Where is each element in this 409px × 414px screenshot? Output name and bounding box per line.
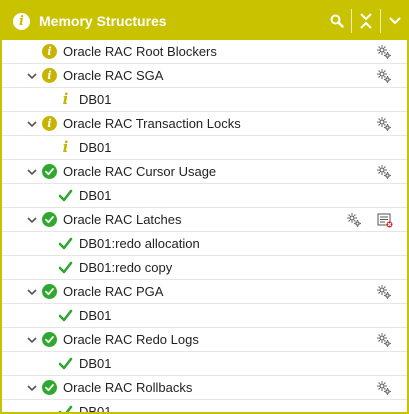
tree-item-row[interactable]: DB01 [2, 304, 407, 328]
chevron-down-icon[interactable] [26, 382, 38, 394]
chevron-down-icon[interactable] [26, 214, 38, 226]
ok-status-icon [42, 332, 57, 347]
ok-status-icon [42, 212, 57, 227]
check-icon [58, 260, 73, 275]
chevron-down-icon[interactable] [26, 70, 38, 82]
report-icon[interactable] [376, 211, 394, 229]
ok-status-icon [42, 164, 57, 179]
tree-group-row[interactable]: i Oracle RAC Transaction Locks [2, 112, 407, 136]
tree-row-label: DB01 [79, 404, 112, 414]
tree-group-row[interactable]: Oracle RAC Rollbacks [2, 376, 407, 400]
chevron-down-icon [389, 17, 401, 25]
tree-item-row[interactable]: i DB01 [2, 88, 407, 112]
settings-gear-icon[interactable] [375, 67, 393, 85]
memory-structures-panel: i Memory Structures i Oracle RAC Root Blo… [0, 0, 409, 414]
chevron-down-icon[interactable] [26, 166, 38, 178]
search-button[interactable] [325, 2, 349, 40]
settings-gear-icon[interactable] [375, 43, 393, 61]
tree-row-label: Oracle RAC PGA [63, 284, 164, 299]
check-icon [58, 404, 73, 412]
tree-row-label: Oracle RAC Cursor Usage [63, 164, 217, 179]
search-icon [330, 14, 344, 28]
info-status-icon: i [42, 116, 57, 131]
tree-group-row[interactable]: Oracle RAC Redo Logs [2, 328, 407, 352]
panel-header: i Memory Structures [2, 2, 407, 40]
tree-row-label: Oracle RAC Root Blockers [63, 44, 217, 59]
settings-gear-icon[interactable] [375, 283, 393, 301]
tree-row-label: DB01 [79, 92, 112, 107]
tree-item-row[interactable]: DB01:redo copy [2, 256, 407, 280]
info-icon: i [13, 12, 30, 30]
tree-row-label: DB01 [79, 356, 112, 371]
tree-item-row[interactable]: DB01:redo allocation [2, 232, 407, 256]
settings-gear-icon[interactable] [345, 211, 363, 229]
tree-group-row[interactable]: Oracle RAC PGA [2, 280, 407, 304]
tree-row-label: Oracle RAC Transaction Locks [63, 116, 241, 131]
check-icon [58, 236, 73, 251]
settings-gear-icon[interactable] [375, 115, 393, 133]
panel-menu-button[interactable] [383, 2, 407, 40]
info-status-icon: i [42, 68, 57, 83]
collapse-all-button[interactable] [354, 2, 378, 40]
panel-title: Memory Structures [39, 13, 167, 29]
tree-item-row[interactable]: DB01 [2, 184, 407, 208]
tree-row-label: Oracle RAC Rollbacks [63, 380, 193, 395]
tree-item-row[interactable]: DB01 [2, 352, 407, 376]
settings-gear-icon[interactable] [375, 379, 393, 397]
tree-item-row[interactable]: i DB01 [2, 136, 407, 160]
check-icon [58, 188, 73, 203]
tree-row-label: DB01 [79, 140, 112, 155]
tree-group-row[interactable]: Oracle RAC Latches [2, 208, 407, 232]
check-icon [58, 356, 73, 371]
monitor-tree: i Oracle RAC Root Blockers i Oracle RAC SGA… [2, 40, 407, 414]
chevron-down-icon[interactable] [26, 334, 38, 346]
tree-group-row[interactable]: i Oracle RAC Root Blockers [2, 40, 407, 64]
tree-row-label: DB01 [79, 308, 112, 323]
ok-status-icon [42, 284, 57, 299]
header-divider [380, 9, 381, 33]
collapse-all-icon [360, 13, 372, 29]
check-icon [58, 308, 73, 323]
tree-row-label: Oracle RAC Latches [63, 212, 182, 227]
chevron-down-icon[interactable] [26, 286, 38, 298]
info-status-icon: i [42, 44, 57, 59]
settings-gear-icon[interactable] [375, 163, 393, 181]
settings-gear-icon[interactable] [375, 331, 393, 349]
tree-group-row[interactable]: Oracle RAC Cursor Usage [2, 160, 407, 184]
tree-row-label: Oracle RAC SGA [63, 68, 164, 83]
header-divider [351, 9, 352, 33]
info-status-icon: i [62, 138, 69, 156]
tree-row-label: DB01:redo copy [79, 260, 173, 275]
ok-status-icon [42, 380, 57, 395]
chevron-down-icon[interactable] [26, 118, 38, 130]
tree-row-label: DB01:redo allocation [79, 236, 200, 251]
tree-group-row[interactable]: i Oracle RAC SGA [2, 64, 407, 88]
info-status-icon: i [62, 90, 69, 108]
tree-item-row[interactable]: DB01 [2, 400, 407, 414]
tree-row-label: DB01 [79, 188, 112, 203]
tree-row-label: Oracle RAC Redo Logs [63, 332, 199, 347]
